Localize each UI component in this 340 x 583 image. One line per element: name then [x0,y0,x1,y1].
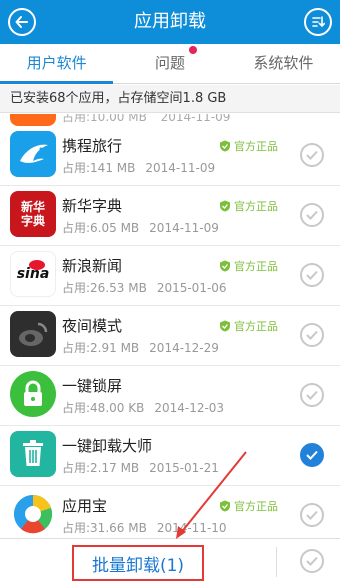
tab-problems[interactable]: 问题 [113,44,226,83]
app-size: 占用:141 MB [62,161,136,175]
notification-dot [189,46,197,54]
select-checkbox[interactable] [300,203,324,227]
official-label: 官方正品 [234,140,278,153]
app-size: 占用:48.00 KB [62,401,145,415]
app-size: 占用:6.05 MB [62,221,140,235]
tab-user-apps[interactable]: 用户软件 [0,44,114,84]
partial-app-icon [10,114,56,126]
app-size: 占用:26.53 MB [62,281,147,295]
storage-summary: 已安装68个应用，占存储空间1.8 GB [0,85,340,113]
list-item[interactable]: 新华字典 新华字典 占用:6.05 MB 2014-11-09 官方正品 [0,186,340,246]
app-name: 夜间模式 [62,317,123,335]
app-date: 2014-11-09 [149,221,219,235]
top-bar: 应用卸载 [0,0,340,44]
xinhua-dictionary-icon: 新华字典 [10,191,56,237]
app-name: 一键锁屏 [62,377,123,395]
partial-date: 2014-11-09 [160,114,231,124]
shield-check-icon [220,140,230,152]
app-date: 2014-11-10 [156,521,227,535]
list-item[interactable]: 夜间模式 占用:2.91 MB 2014-12-29 官方正品 [0,306,340,366]
sina-eye-icon: sina [10,251,56,297]
app-name: 新浪新闻 [62,257,123,275]
shield-check-icon [220,260,230,272]
app-date: 2014-12-29 [149,341,219,355]
official-label: 官方正品 [234,320,278,333]
ctrip-dolphin-icon [10,131,56,177]
select-all-checkbox[interactable] [300,549,324,573]
app-date: 2015-01-06 [156,281,227,295]
shield-check-icon [220,500,230,512]
bottom-bar: 批量卸载(1) [0,538,340,583]
tab-system-apps[interactable]: 系统软件 [227,44,340,83]
list-item[interactable]: 一键卸载大师 占用:2.17 MB 2015-01-21 [0,426,340,486]
official-badge: 官方正品 [219,318,278,334]
app-date: 2014-12-03 [154,401,225,415]
divider [276,547,277,577]
app-list[interactable]: 占用:10.00 MB 2014-11-09 携程旅行 占用:141 MB 201… [0,114,340,538]
app-name: 应用宝 [62,497,108,515]
shield-check-icon [220,320,230,332]
list-item[interactable]: 一键锁屏 占用:48.00 KB 2014-12-03 [0,366,340,426]
official-label: 官方正品 [234,200,278,213]
select-checkbox[interactable] [300,383,324,407]
select-checkbox[interactable] [300,323,324,347]
app-size: 占用:31.66 MB [62,521,147,535]
official-label: 官方正品 [234,260,278,273]
shield-check-icon [220,200,230,212]
checkmark-icon [306,330,318,340]
app-name: 新华字典 [62,197,123,215]
checkmark-icon [306,390,318,400]
list-item[interactable]: 应用宝 占用:31.66 MB 2014-11-10 官方正品 [0,486,340,538]
official-label: 官方正品 [234,500,278,513]
list-item[interactable]: 携程旅行 占用:141 MB 2014-11-09 官方正品 [0,126,340,186]
app-size: 占用:2.91 MB [62,341,140,355]
weibo-night-icon [10,311,56,357]
official-badge: 官方正品 [219,258,278,274]
official-badge: 官方正品 [219,198,278,214]
app-size: 占用:2.17 MB [62,461,140,475]
checkmark-icon [306,556,318,566]
partial-size: 占用:10.00 MB [62,114,147,124]
checkmark-icon [306,150,318,160]
list-item[interactable]: sina 新浪新闻 占用:26.53 MB 2015-01-06 官方正品 [0,246,340,306]
app-name: 一键卸载大师 [62,437,153,455]
sort-button[interactable] [304,8,332,36]
page-title: 应用卸载 [134,11,206,32]
select-checkbox[interactable] [300,503,324,527]
partial-row: 占用:10.00 MB 2014-11-09 [0,114,340,126]
app-date: 2014-11-09 [145,161,216,175]
checkmark-icon [306,270,318,280]
checkmark-icon [306,510,318,520]
lock-icon [10,371,56,417]
official-badge: 官方正品 [219,498,278,514]
select-checkbox-checked[interactable] [300,443,324,467]
official-badge: 官方正品 [219,138,278,154]
checkmark-icon [306,210,318,220]
yingyongbao-icon [10,491,56,537]
batch-uninstall-button[interactable]: 批量卸载(1) [72,545,204,581]
checkmark-icon [306,450,318,460]
tab-bar: 用户软件 问题 系统软件 [0,44,340,84]
sort-download-icon [312,16,325,28]
app-date: 2015-01-21 [149,461,219,475]
select-checkbox[interactable] [300,263,324,287]
trash-icon [10,431,56,477]
app-name: 携程旅行 [62,137,123,155]
select-checkbox[interactable] [300,143,324,167]
